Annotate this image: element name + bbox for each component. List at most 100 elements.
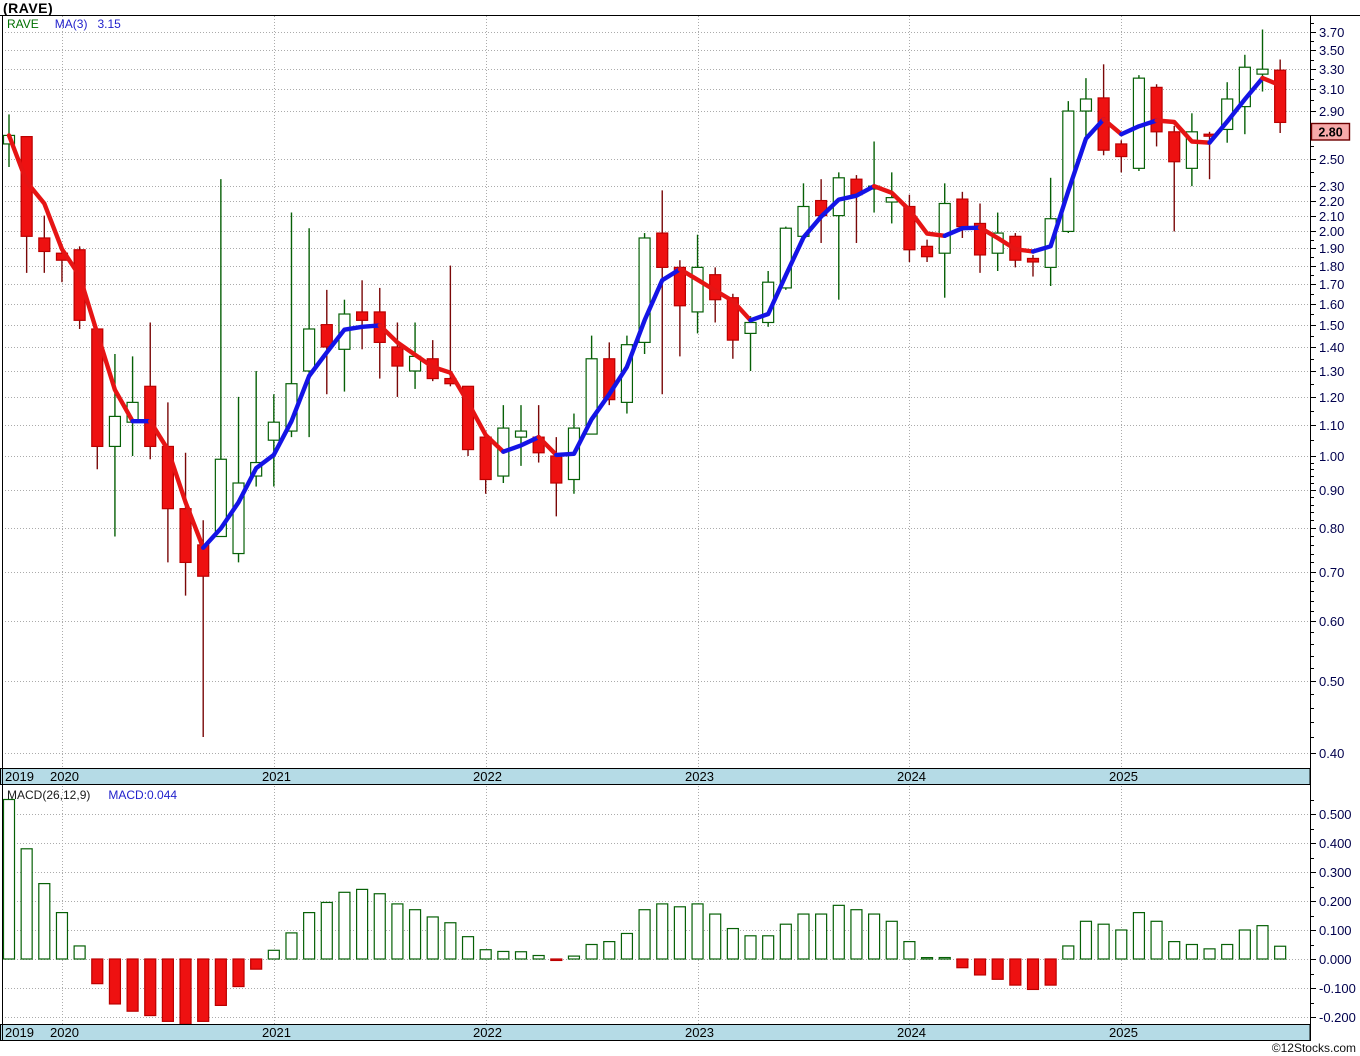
macd-bar-positive xyxy=(920,956,934,960)
page-title: (RAVE) xyxy=(3,0,54,16)
ma-segment-up xyxy=(554,267,683,458)
year-label: 2023 xyxy=(685,1025,714,1040)
year-label: 2022 xyxy=(473,1025,502,1040)
macd-bar-positive xyxy=(408,909,422,960)
macd-bar-positive xyxy=(1238,929,1251,960)
price-axis-label: 1.00 xyxy=(1319,449,1344,464)
macd-bar-positive xyxy=(1221,943,1234,960)
macd-bar-negative xyxy=(214,958,227,1007)
candle-down xyxy=(1115,143,1128,158)
candle-down xyxy=(356,311,369,321)
macd-axis-label: -0.200 xyxy=(1319,1010,1356,1025)
macd-bar-negative xyxy=(232,958,245,988)
candle-down xyxy=(320,324,333,348)
price-axis-label: 1.90 xyxy=(1319,241,1344,256)
macd-bar-positive xyxy=(461,936,475,960)
legend-ma-value: 3.15 xyxy=(97,17,121,31)
macd-bar-positive xyxy=(514,951,528,960)
price-axis-label: 0.90 xyxy=(1319,483,1344,498)
year-label: 2019 xyxy=(5,1025,34,1040)
macd-bar-negative xyxy=(179,958,192,1025)
candle-down xyxy=(956,198,969,228)
macd-bar-positive xyxy=(885,920,898,960)
price-axis-label: 3.30 xyxy=(1319,62,1344,77)
year-label: 2025 xyxy=(1109,1025,1138,1040)
macd-bar-negative xyxy=(1026,958,1040,991)
axis-strips: 2019 2019 2020 2020 2021 2021 2022 2022 2023 2023… xyxy=(0,768,1311,1041)
price-axis-label: 0.80 xyxy=(1319,521,1344,536)
macd-bar-positive xyxy=(1256,925,1269,960)
macd-bar-negative xyxy=(250,958,263,970)
last-price-tag-text: 2.80 xyxy=(1318,126,1342,140)
price-axis-label: 0.70 xyxy=(1319,565,1344,580)
macd-bar-positive xyxy=(867,913,881,960)
year-label: 2020 xyxy=(50,1025,79,1040)
macd-bar-positive xyxy=(479,949,492,960)
macd-bar-negative xyxy=(126,958,139,1012)
price-axis-label: 0.50 xyxy=(1319,674,1344,689)
last-price-tag: 2.80 xyxy=(1310,122,1351,141)
stock-chart-canvas[interactable]: 2019 2019 2020 2020 2021 2021 2022 2022 2023 2023… xyxy=(0,0,1360,1056)
macd-params-label: MACD(26,12,9) xyxy=(7,788,91,802)
macd-bar-positive xyxy=(762,935,775,960)
candle-up xyxy=(303,328,316,372)
macd-histogram xyxy=(2,798,1287,1025)
macd-bar-positive xyxy=(850,909,863,960)
macd-bar-positive xyxy=(1203,948,1216,960)
macd-bar-negative xyxy=(973,958,987,976)
legend-ma-label: MA(3) xyxy=(54,17,88,31)
macd-bar-positive xyxy=(656,903,669,960)
macd-bar-positive xyxy=(73,945,86,960)
macd-bar-positive xyxy=(426,916,439,960)
year-label: 2024 xyxy=(897,769,926,784)
macd-bar-negative xyxy=(197,958,210,1022)
macd-bar-positive xyxy=(267,949,280,960)
macd-bar-positive xyxy=(391,903,404,960)
candle-up xyxy=(1079,98,1093,112)
year-label: 2019 xyxy=(5,769,34,784)
macd-bar-positive xyxy=(285,932,298,960)
macd-bar-positive xyxy=(1185,943,1198,960)
macd-bar-positive xyxy=(815,913,828,960)
macd-axis-label: 0.000 xyxy=(1319,952,1352,967)
watermark: ©12Stocks.com xyxy=(1271,1041,1356,1055)
candle-down xyxy=(1150,86,1163,133)
macd-bar-negative xyxy=(108,958,122,1005)
candle-up xyxy=(267,421,280,441)
candle-up xyxy=(691,266,704,313)
candle-up xyxy=(744,321,757,334)
candle-down xyxy=(550,455,563,484)
price-axis-label: 1.30 xyxy=(1319,364,1344,379)
macd-bar-negative xyxy=(144,958,157,1017)
price-axis-label: 2.30 xyxy=(1319,179,1344,194)
price-axis-label: 1.60 xyxy=(1319,297,1344,312)
macd-bar-positive xyxy=(797,913,810,960)
macd-bar-positive xyxy=(673,906,686,960)
macd-bar-negative xyxy=(956,958,969,969)
macd-bar-positive xyxy=(1132,911,1146,960)
macd-bar-positive xyxy=(620,932,634,960)
price-axis-label: 2.90 xyxy=(1319,104,1344,119)
macd-bar-positive xyxy=(1168,940,1181,960)
macd-value-label: MACD:0.044 xyxy=(108,788,178,802)
price-axis-label: 1.40 xyxy=(1319,340,1344,355)
price-axis-label: 0.60 xyxy=(1319,614,1344,629)
candle-up xyxy=(1062,110,1075,233)
macd-bar-negative xyxy=(1009,958,1022,986)
stock-chart-page: 2019 2019 2020 2020 2021 2021 2022 2022 2023 2023… xyxy=(0,0,1360,1056)
price-axis-label: 1.70 xyxy=(1319,277,1344,292)
macd-bar-positive xyxy=(779,923,792,960)
macd-bar-positive xyxy=(603,940,616,960)
candle-down xyxy=(144,385,157,448)
candle-down xyxy=(1274,69,1287,124)
price-axis-label: 1.10 xyxy=(1319,418,1344,433)
candlesticks xyxy=(2,29,1287,738)
macd-bar-positive xyxy=(20,848,33,960)
candle-down xyxy=(391,346,404,367)
price-axis-label: 3.10 xyxy=(1319,82,1344,97)
macd-bar-negative xyxy=(91,958,104,985)
price-legend: RAVE MA(3) 3.15 xyxy=(7,17,131,31)
year-label: 2021 xyxy=(262,1025,291,1040)
macd-bar-negative xyxy=(1044,958,1057,986)
year-label: 2023 xyxy=(685,769,714,784)
